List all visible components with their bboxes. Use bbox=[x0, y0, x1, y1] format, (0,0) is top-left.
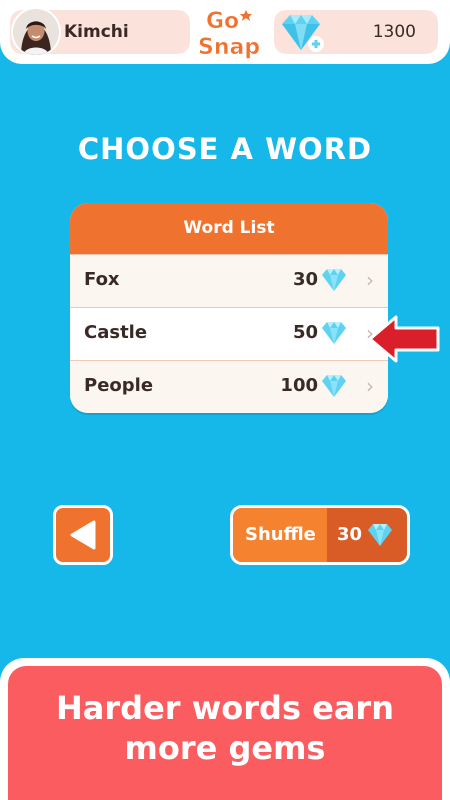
avatar bbox=[11, 7, 61, 57]
word-cost: 50 bbox=[292, 322, 318, 343]
shuffle-button[interactable]: Shuffle 30 bbox=[230, 505, 410, 565]
add-gems-icon[interactable] bbox=[278, 12, 326, 54]
logo-line1: Go bbox=[206, 9, 239, 34]
word-list-header: Word List bbox=[70, 203, 388, 254]
word-cost: 30 bbox=[292, 269, 318, 290]
word-list: Word List Fox 30 › Castle 50 › People 10… bbox=[70, 203, 388, 413]
word-option-castle[interactable]: Castle 50 › bbox=[70, 307, 388, 360]
chevron-right-icon: › bbox=[366, 374, 374, 398]
logo-line2: Snap bbox=[198, 35, 260, 60]
back-arrow-icon bbox=[70, 520, 96, 550]
banner-line1: Harder words earn bbox=[56, 689, 394, 727]
gem-icon bbox=[320, 320, 348, 346]
profile-name: Kimchi bbox=[64, 22, 129, 42]
gem-count: 1300 bbox=[372, 22, 416, 42]
word-option-fox[interactable]: Fox 30 › bbox=[70, 254, 388, 307]
back-button[interactable] bbox=[53, 505, 113, 565]
gem-icon bbox=[320, 267, 348, 293]
banner-line2: more gems bbox=[124, 729, 326, 767]
top-bar: Kimchi Go Snap 1300 bbox=[0, 0, 450, 64]
gosnap-logo: Go Snap bbox=[196, 4, 266, 61]
shuffle-cost: 30 bbox=[337, 524, 363, 545]
word-label: Fox bbox=[84, 269, 120, 290]
word-cost: 100 bbox=[280, 375, 318, 396]
pointer-arrow-icon bbox=[368, 313, 440, 365]
shuffle-label: Shuffle bbox=[245, 524, 316, 545]
profile-card[interactable]: Kimchi bbox=[10, 7, 190, 57]
gem-icon bbox=[320, 373, 348, 399]
word-label: Castle bbox=[84, 322, 148, 343]
gem-icon bbox=[365, 522, 395, 548]
word-label: People bbox=[84, 375, 154, 396]
chevron-right-icon: › bbox=[366, 268, 374, 292]
word-option-people[interactable]: People 100 › bbox=[70, 360, 388, 413]
page-title: CHOOSE A WORD bbox=[77, 132, 373, 166]
gem-balance[interactable]: 1300 bbox=[274, 10, 438, 54]
hint-banner: Harder words earn more gems bbox=[8, 666, 442, 800]
